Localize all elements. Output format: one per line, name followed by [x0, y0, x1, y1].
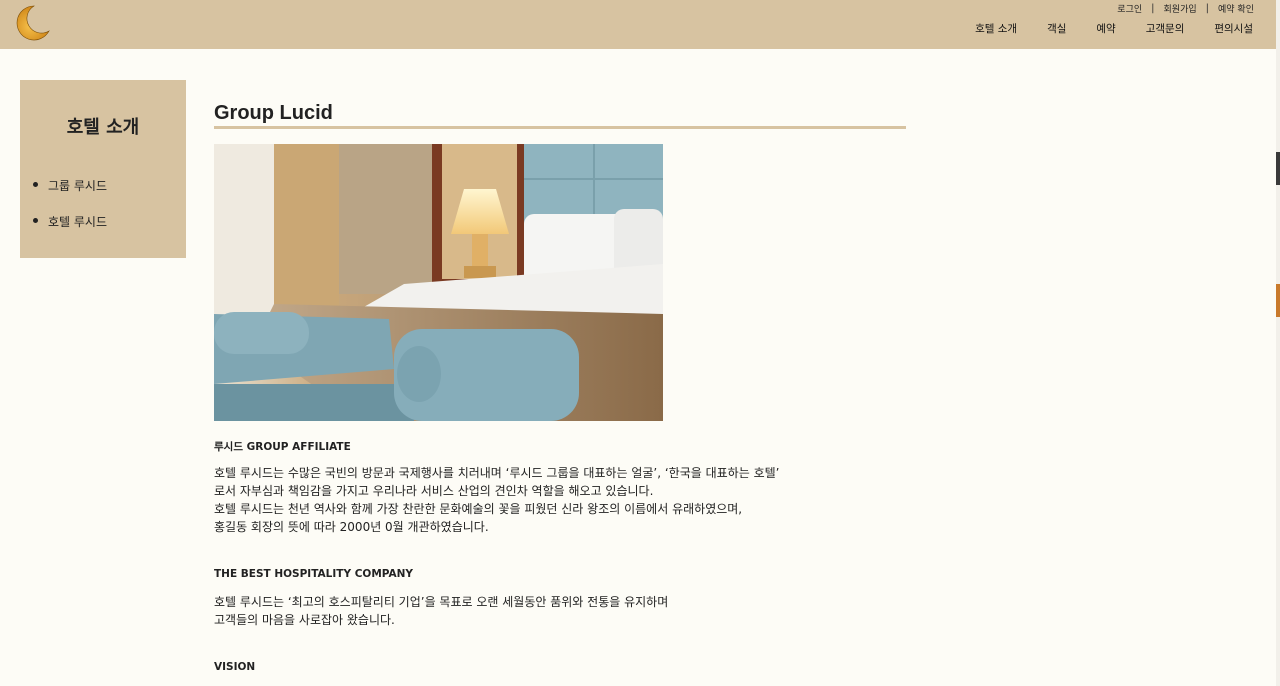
signup-link[interactable]: 회원가입 — [1164, 2, 1197, 15]
main-nav: 호텔 소개 객실 예약 고객문의 편의시설 — [975, 21, 1253, 36]
sidebar-title: 호텔 소개 — [66, 117, 140, 138]
section-heading-vision: VISION — [214, 661, 256, 673]
sidebar-menu: 그룹 루시드 호텔 루시드 — [32, 177, 107, 249]
text-line: 홍길동 회장의 뜻에 따라 2000년 0월 개관하였습니다. — [214, 520, 489, 534]
text-line: 로서 자부심과 책임감을 가지고 우리나라 서비스 산업의 견인차 역할을 해오… — [214, 484, 654, 498]
site-header: 로그인 | 회원가입 | 예약 확인 호텔 소개 객실 예약 고객문의 편의시설 — [0, 0, 1276, 49]
sidebar-item-group-lucid[interactable]: 그룹 루시드 — [32, 177, 107, 194]
section-text-hospitality: 호텔 루시드는 ‘최고의 호스피탈리티 기업’을 목표로 오랜 세월동안 품위와… — [214, 593, 668, 629]
login-link[interactable]: 로그인 — [1117, 2, 1142, 15]
page-title: Group Lucid — [214, 102, 333, 124]
separator: | — [1151, 3, 1155, 14]
text-line: 호텔 루시드는 천년 역사와 함께 가장 찬란한 문화예술의 꽃을 피웠던 신라… — [214, 502, 743, 516]
scrollbar-thumb[interactable] — [1276, 152, 1280, 185]
section-text-affiliate: 호텔 루시드는 수많은 국빈의 방문과 국제행사를 치러내며 ‘루시드 그룹을 … — [214, 464, 779, 536]
nav-customer-inquiry[interactable]: 고객문의 — [1146, 21, 1185, 36]
title-divider — [214, 126, 906, 129]
scrollbar-track[interactable] — [1276, 0, 1280, 686]
text-line: 호텔 루시드는 ‘최고의 호스피탈리티 기업’을 목표로 오랜 세월동안 품위와… — [214, 595, 669, 609]
section-heading-affiliate: 루시드 GROUP AFFILIATE — [214, 441, 351, 453]
scrollbar-marker — [1276, 284, 1280, 317]
nav-hotel-intro[interactable]: 호텔 소개 — [975, 21, 1017, 36]
main-content: Group Lucid 루시드 GROUP AFFILIATE 호텔 루시드는 … — [214, 100, 906, 673]
sidebar: 호텔 소개 그룹 루시드 호텔 루시드 — [20, 80, 186, 258]
hotel-room-photo — [214, 144, 663, 421]
crescent-moon-icon[interactable] — [12, 3, 52, 43]
section-heading-hospitality: THE BEST HOSPITALITY COMPANY — [214, 568, 414, 580]
separator: | — [1205, 3, 1210, 14]
nav-rooms[interactable]: 객실 — [1047, 21, 1066, 36]
nav-facilities[interactable]: 편의시설 — [1214, 21, 1253, 36]
text-line: 고객들의 마음을 사로잡아 왔습니다. — [214, 613, 395, 627]
text-line: 호텔 루시드는 수많은 국빈의 방문과 국제행사를 치러내며 ‘루시드 그룹을 … — [214, 466, 780, 480]
sidebar-item-hotel-lucid[interactable]: 호텔 루시드 — [32, 213, 107, 230]
top-utility-links: 로그인 | 회원가입 | 예약 확인 — [1117, 2, 1254, 15]
nav-reservation[interactable]: 예약 — [1096, 21, 1115, 36]
reservation-check-link[interactable]: 예약 확인 — [1218, 2, 1254, 15]
